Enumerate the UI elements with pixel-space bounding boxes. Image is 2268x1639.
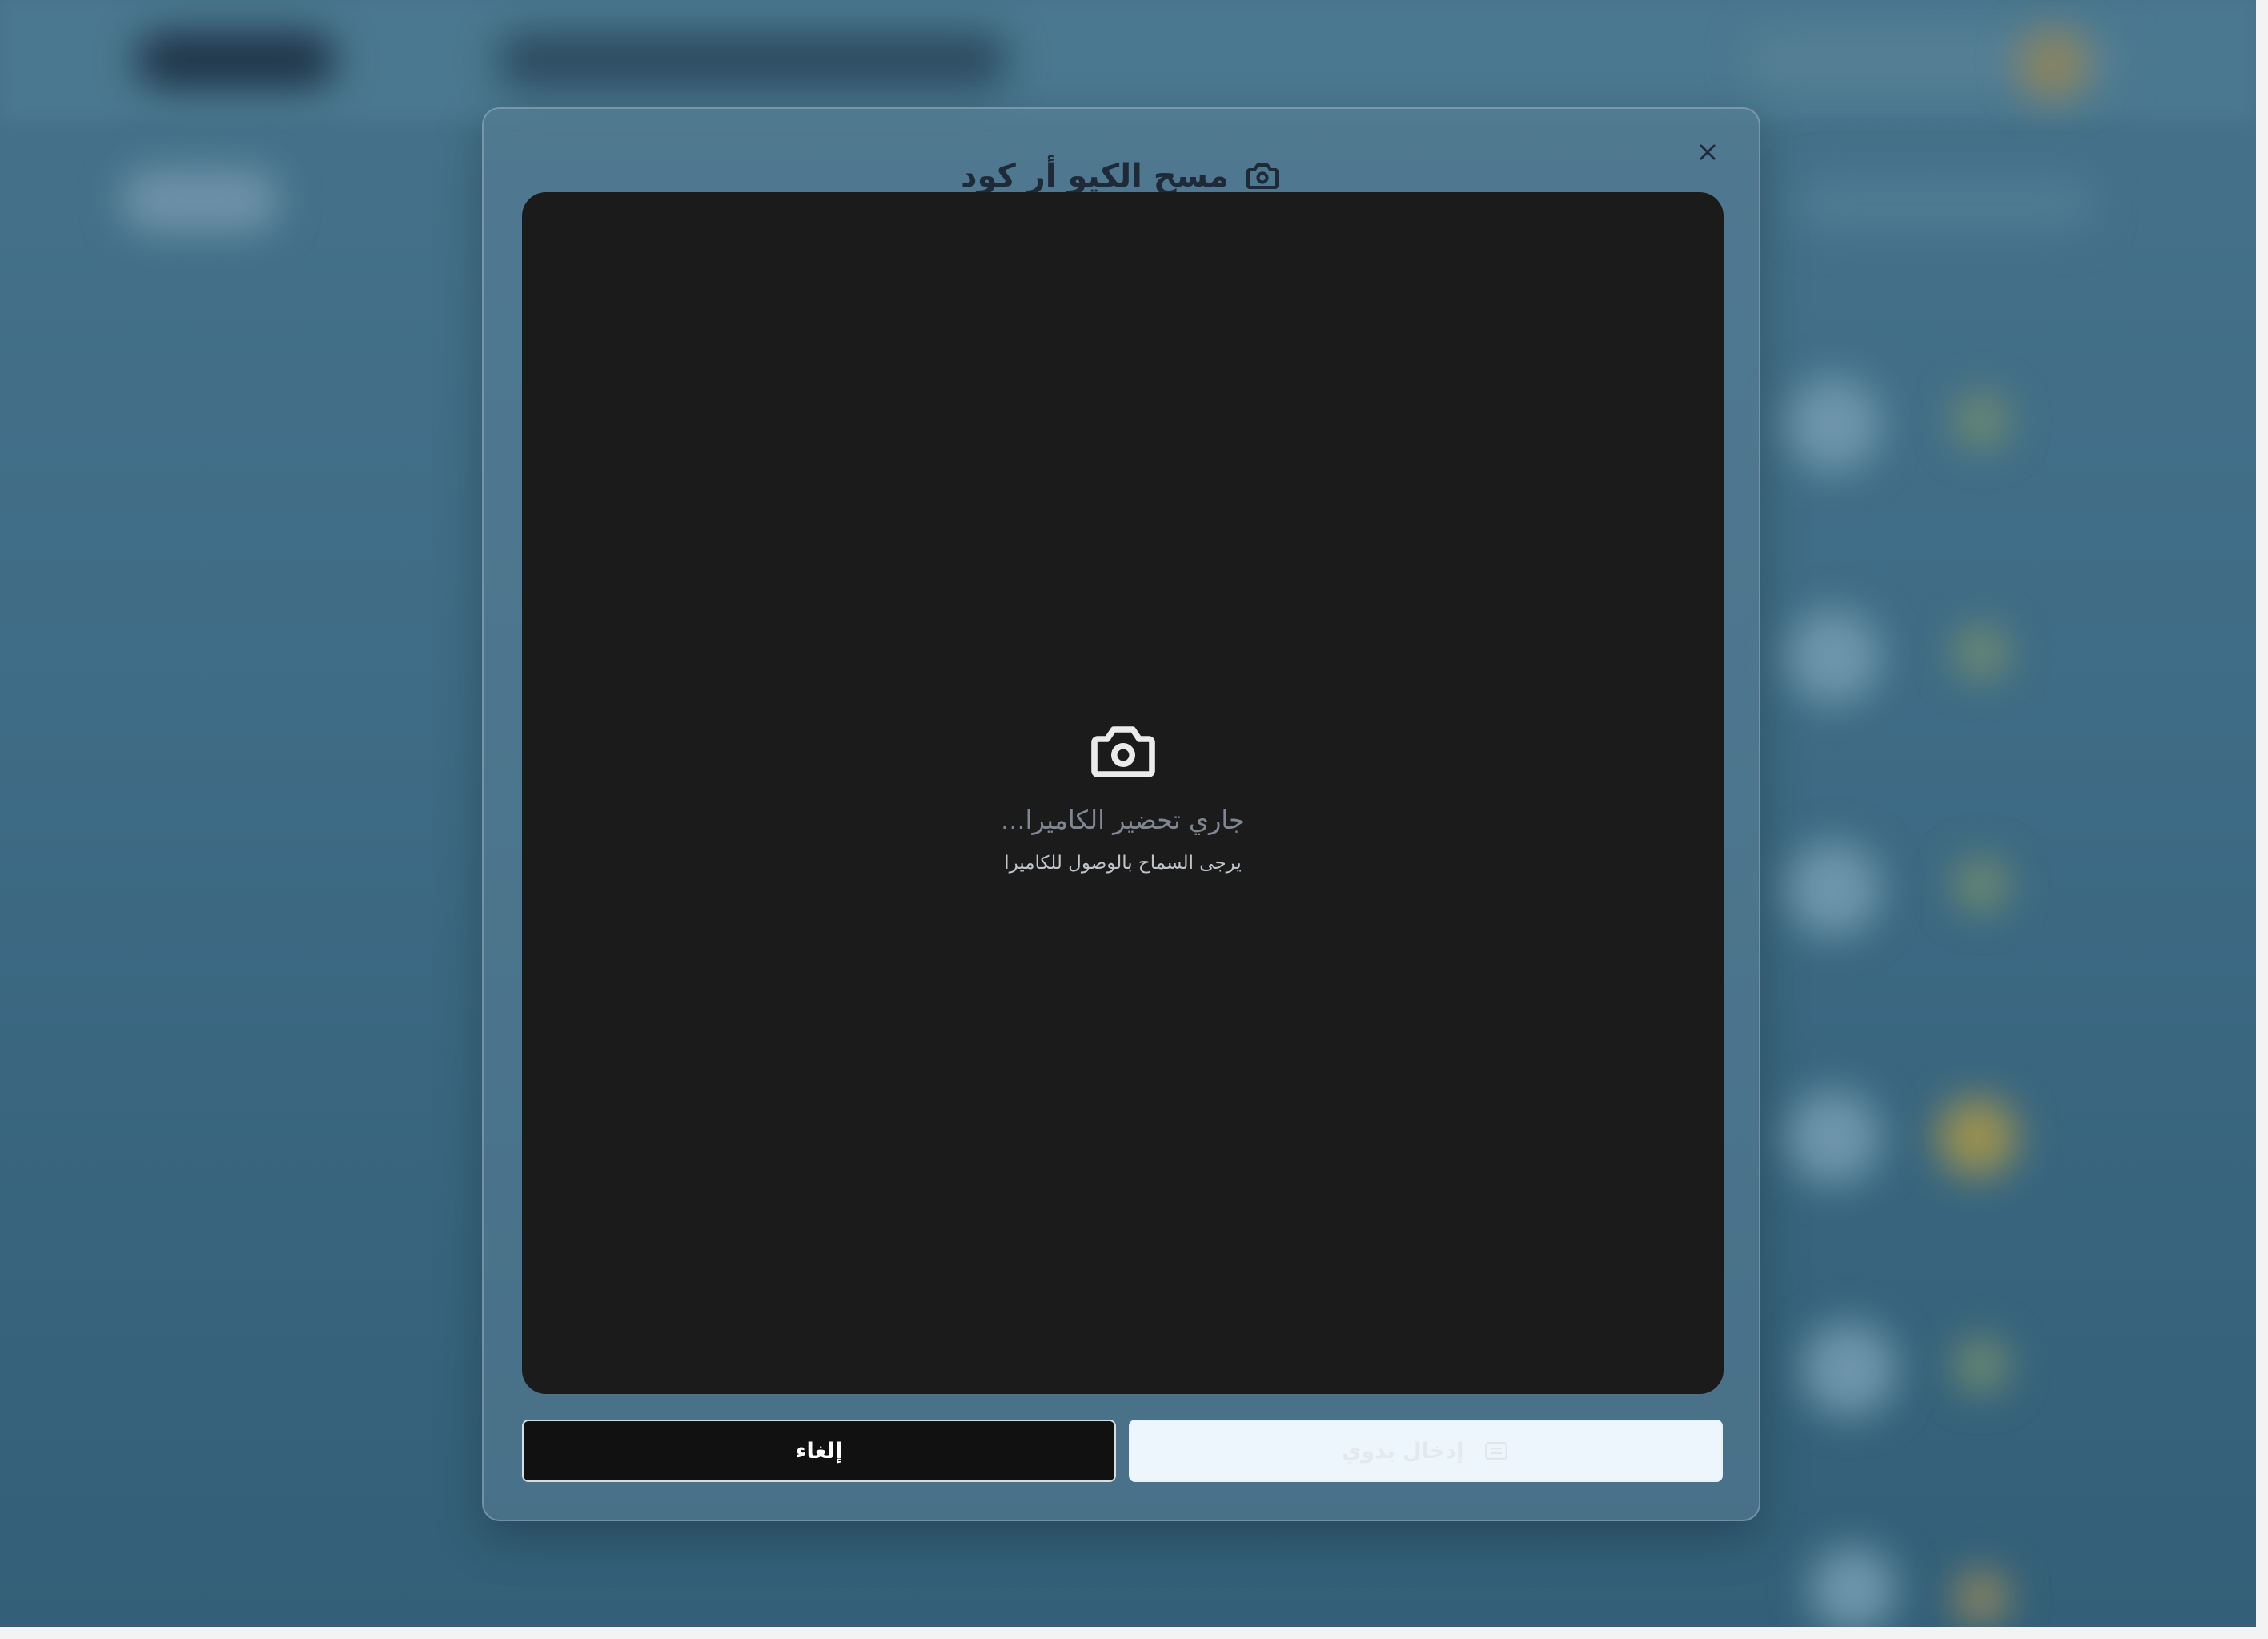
blurred-list-item [1785,1089,1881,1185]
camera-loading-placeholder: ...جاري تحضير الكاميرا يرجى السماح بالوص… [522,192,1724,1394]
camera-icon [1085,713,1162,790]
blurred-list-item [1953,857,2009,913]
camera-permission-hint: يرجى السماح بالوصول للكاميرا [1004,852,1242,874]
blurred-list-item [1937,1097,2017,1177]
qr-scan-dialog: مسح الكيو أر كود ...جاري تحضير الكاميرا … [482,107,1760,1521]
close-icon [1696,141,1719,163]
blurred-list-item [1801,1321,1897,1417]
blurred-nav [496,32,1009,88]
blurred-list-item [1785,609,1881,705]
blurred-list-item [1809,1545,1897,1627]
blurred-list-item [1785,376,1881,472]
camera-icon [1243,157,1282,195]
dialog-title: مسح الكيو أر كود [960,158,1230,195]
camera-status-text: ...جاري تحضير الكاميرا [1001,804,1245,835]
blurred-sidebar-button [120,168,280,232]
blurred-avatar [2017,29,2089,101]
cancel-button-label: إلغاء [795,1438,843,1464]
manual-entry-button[interactable]: إدخال يدوي [1129,1420,1723,1482]
blurred-list-item [1953,392,2009,448]
blurred-logo [136,32,336,88]
blurred-list-item [1953,1569,2009,1625]
close-button[interactable] [1685,130,1730,175]
camera-preview: ...جاري تحضير الكاميرا يرجى السماح بالوص… [522,192,1724,1394]
blurred-search [1793,176,2097,232]
blurred-list-item [1953,1337,2009,1393]
blurred-list-item [1785,841,1881,937]
manual-entry-label: إدخال يدوي [1341,1438,1464,1464]
app-viewport: مسح الكيو أر كود ...جاري تحضير الكاميرا … [0,0,2256,1627]
cancel-button[interactable]: إلغاء [522,1420,1116,1482]
blurred-list-item [1953,625,2009,681]
keyboard-icon [1483,1437,1510,1464]
